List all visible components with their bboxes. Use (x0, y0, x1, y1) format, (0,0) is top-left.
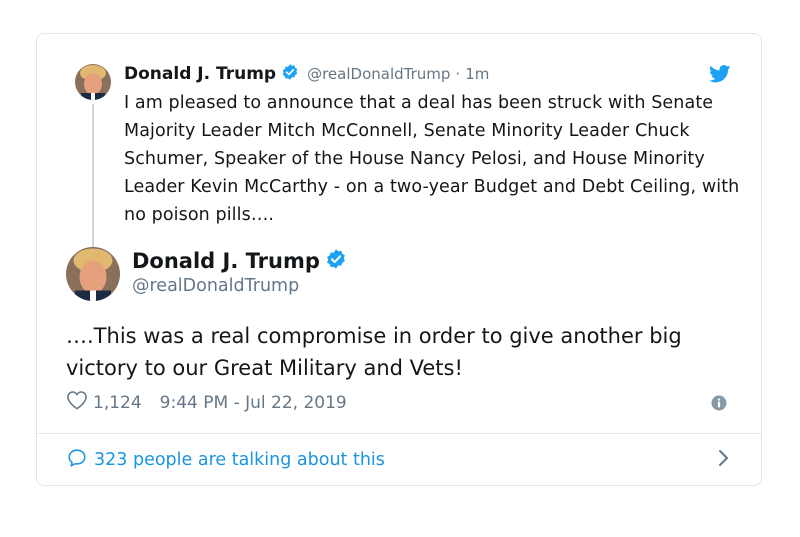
parent-avatar[interactable] (75, 64, 111, 100)
parent-tweet-header: Donald J. Trump @realDonaldTrump · 1m (124, 63, 489, 85)
verified-badge-icon (325, 248, 347, 274)
speech-bubble-icon (66, 447, 88, 474)
separator-dot: · (455, 65, 461, 83)
parent-author-name[interactable]: Donald J. Trump (124, 64, 276, 84)
main-author-name[interactable]: Donald J. Trump (132, 249, 320, 273)
main-tweet-text: ….This was a real compromise in order to… (66, 324, 682, 380)
embedded-tweet-card: Donald J. Trump @realDonaldTrump · 1m I … (36, 33, 762, 486)
main-avatar[interactable] (66, 247, 120, 301)
tweet-meta-row: 1,124 9:44 PM - Jul 22, 2019 (66, 390, 347, 415)
parent-tweet-time[interactable]: 1m (465, 65, 489, 83)
parent-author-handle[interactable]: @realDonaldTrump (307, 65, 450, 83)
main-author-block: Donald J. Trump @realDonaldTrump (132, 248, 347, 296)
parent-tweet-text: I am pleased to announce that a deal has… (124, 93, 740, 225)
twitter-bird-icon[interactable] (709, 65, 731, 83)
conversation-link[interactable]: 323 people are talking about this (66, 434, 731, 486)
verified-badge-icon (281, 63, 299, 85)
like-count: 1,124 (93, 392, 142, 413)
heart-icon (66, 390, 88, 415)
talking-count-label: 323 people are talking about this (94, 450, 385, 470)
info-icon[interactable] (711, 395, 727, 411)
main-author-handle[interactable]: @realDonaldTrump (132, 276, 347, 296)
like-button[interactable]: 1,124 (66, 390, 142, 415)
tweet-timestamp[interactable]: 9:44 PM - Jul 22, 2019 (160, 393, 347, 413)
chevron-right-icon (717, 449, 731, 472)
